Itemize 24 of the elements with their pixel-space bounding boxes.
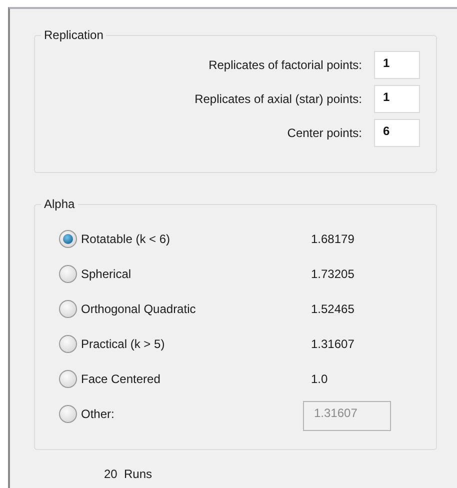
radio-button[interactable] [59, 300, 77, 318]
alpha-value: 1.73205 [311, 266, 354, 280]
radio-button[interactable] [59, 230, 77, 248]
alpha-value: 1.31607 [311, 336, 354, 350]
radio-label[interactable]: Orthogonal Quadratic [81, 302, 303, 316]
field-label: Center points: [287, 126, 362, 140]
radio-button[interactable] [59, 334, 77, 352]
radio-button[interactable] [59, 264, 77, 282]
alpha-value: 1.52465 [311, 302, 354, 316]
radio-button[interactable] [59, 370, 77, 388]
alpha-value: 1.0 [311, 372, 328, 386]
runs-count: 20 Runs [104, 467, 152, 481]
group-title: Alpha [41, 197, 78, 211]
radio-label[interactable]: Practical (k > 5) [81, 336, 303, 350]
input-field[interactable]: 6 [374, 119, 420, 147]
radio-label[interactable]: Spherical [81, 266, 303, 280]
alpha-value: 1.68179 [311, 232, 354, 246]
input-field[interactable]: 1 [374, 85, 420, 113]
radio-label[interactable]: Rotatable (k < 6) [81, 232, 303, 246]
field-label: Replicates of axial (star) points: [194, 92, 362, 106]
radio-label[interactable]: Face Centered [81, 372, 303, 386]
field-label: Replicates of factorial points: [208, 58, 362, 72]
input-field[interactable]: 1 [374, 51, 420, 79]
group-title: Replication [41, 28, 106, 42]
